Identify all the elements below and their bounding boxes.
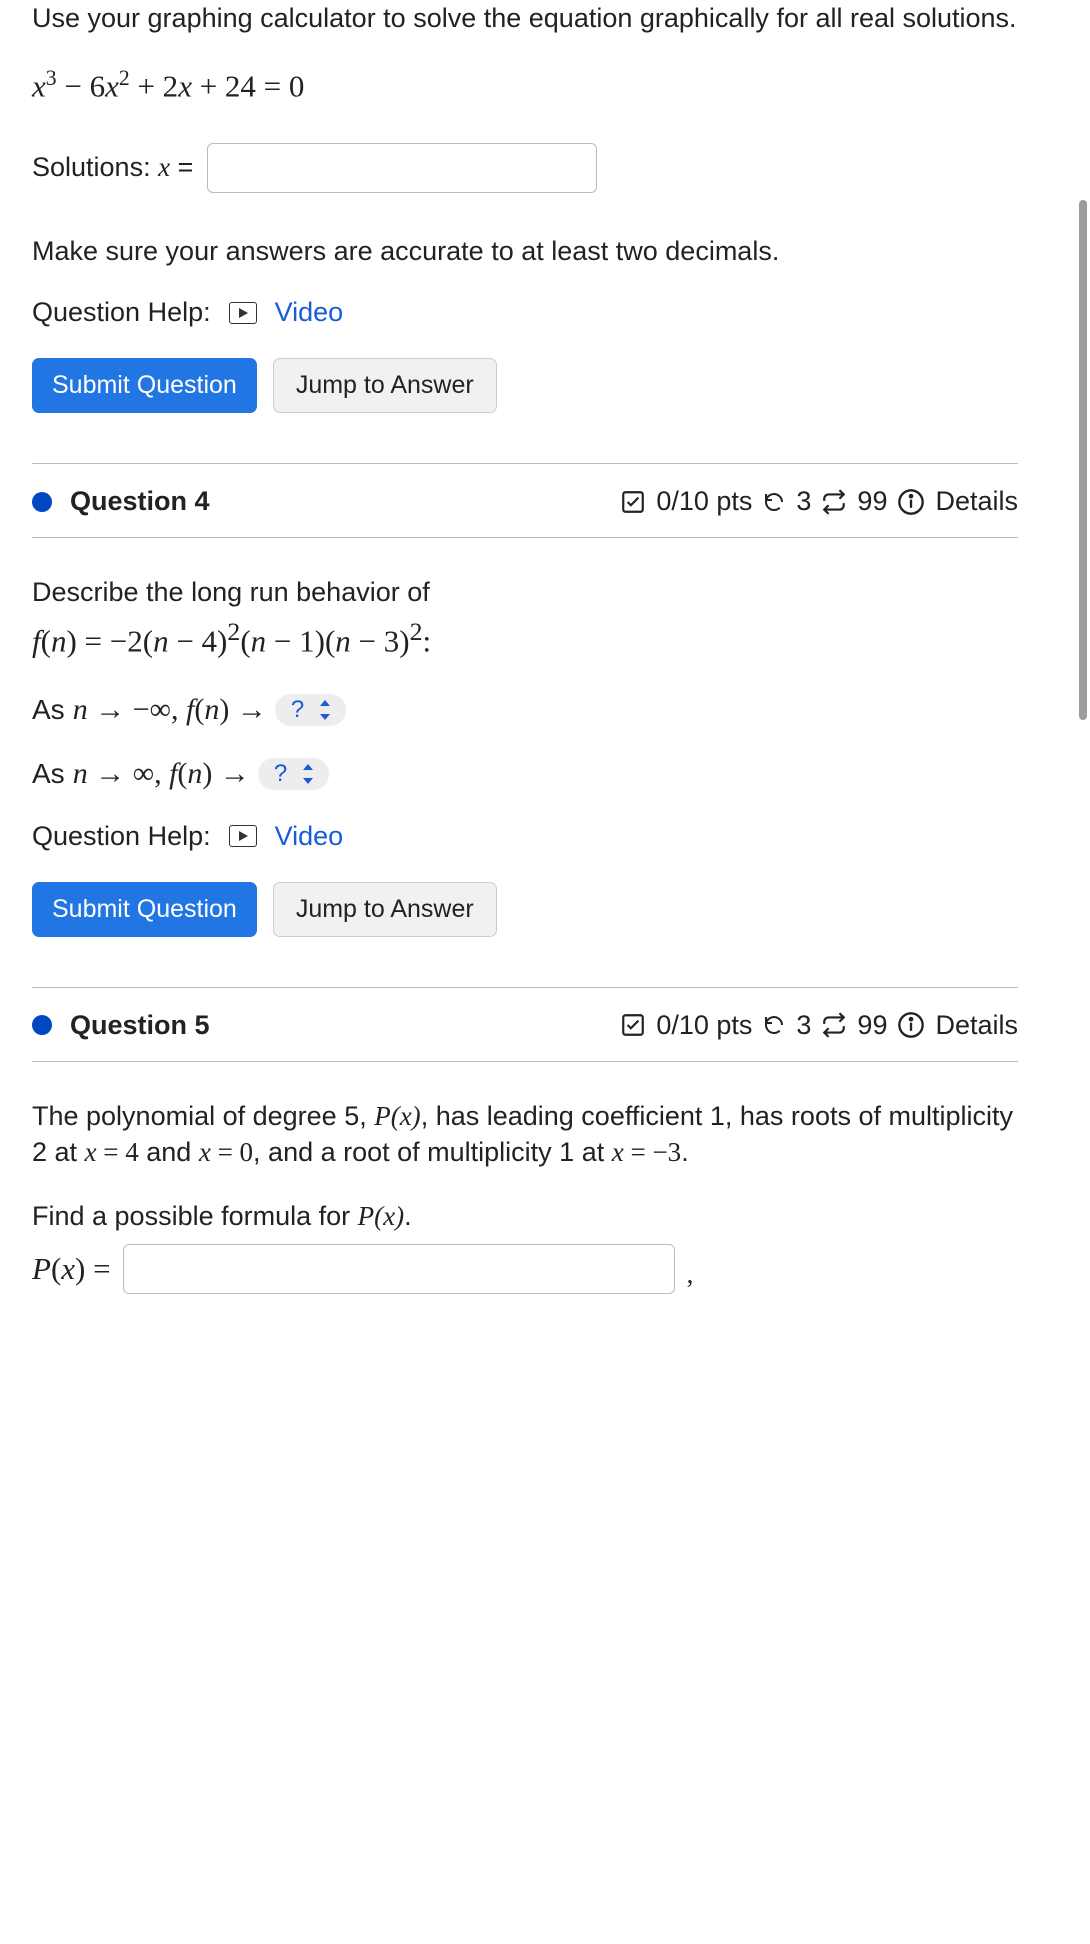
question-status-dot — [32, 1015, 52, 1035]
attempts-icon — [821, 489, 847, 515]
info-icon — [897, 1011, 925, 1039]
checkbox-icon — [620, 1012, 646, 1038]
limit-neg-dropdown[interactable]: ? — [275, 694, 346, 726]
q3-note: Make sure your answers are accurate to a… — [32, 233, 1018, 269]
tries-text: 3 — [796, 486, 811, 517]
scrollbar-track[interactable] — [1076, 0, 1090, 1944]
submit-question-button[interactable]: Submit Question — [32, 358, 257, 413]
trailing-comma: , — [687, 1259, 694, 1290]
solutions-label: Solutions: x = — [32, 152, 193, 183]
details-link[interactable]: Details — [935, 486, 1018, 517]
submit-question-button[interactable]: Submit Question — [32, 882, 257, 937]
q4-function: f(n) = −2(n − 4)2(n − 1)(n − 3)2: — [32, 617, 1018, 659]
checkbox-icon — [620, 489, 646, 515]
question-4-header: Question 4 0/10 pts 3 99 Details — [32, 463, 1018, 538]
attempts-text: 99 — [857, 486, 887, 517]
limit-pos-infinity-row: As n → ∞, f(n) → ? — [32, 757, 1018, 791]
question-help-label: Question Help: — [32, 821, 211, 852]
question-help-label: Question Help: — [32, 297, 211, 328]
video-icon — [229, 302, 257, 324]
question-5-title: Question 5 — [70, 1010, 210, 1041]
tries-text: 3 — [796, 1010, 811, 1041]
video-link[interactable]: Video — [275, 821, 344, 852]
retry-icon — [762, 490, 786, 514]
jump-to-answer-button[interactable]: Jump to Answer — [273, 358, 497, 413]
attempts-icon — [821, 1012, 847, 1038]
retry-icon — [762, 1013, 786, 1037]
q3-equation: x3 − 6x2 + 2x + 24 = 0 — [32, 66, 1018, 104]
updown-icon — [318, 699, 332, 721]
limit-neg-infinity-row: As n → −∞, f(n) → ? — [32, 693, 1018, 727]
question-status-dot — [32, 492, 52, 512]
attempts-text: 99 — [857, 1010, 887, 1041]
points-text: 0/10 pts — [656, 486, 752, 517]
scrollbar-thumb[interactable] — [1079, 200, 1087, 720]
solutions-input[interactable] — [207, 143, 597, 193]
px-label: P(x) = — [32, 1251, 111, 1287]
question-5-header: Question 5 0/10 pts 3 99 Details — [32, 987, 1018, 1062]
q5-find-label: Find a possible formula for P(x). — [32, 1201, 1018, 1232]
px-input[interactable] — [123, 1244, 675, 1294]
jump-to-answer-button[interactable]: Jump to Answer — [273, 882, 497, 937]
video-icon — [229, 825, 257, 847]
info-icon — [897, 488, 925, 516]
q3-prompt: Use your graphing calculator to solve th… — [32, 0, 1018, 36]
details-link[interactable]: Details — [935, 1010, 1018, 1041]
points-text: 0/10 pts — [656, 1010, 752, 1041]
q4-prompt: Describe the long run behavior of — [32, 574, 1018, 610]
limit-pos-dropdown[interactable]: ? — [258, 758, 329, 790]
q5-prompt: The polynomial of degree 5, P(x), has le… — [32, 1098, 1018, 1171]
updown-icon — [301, 763, 315, 785]
question-4-title: Question 4 — [70, 486, 210, 517]
video-link[interactable]: Video — [275, 297, 344, 328]
